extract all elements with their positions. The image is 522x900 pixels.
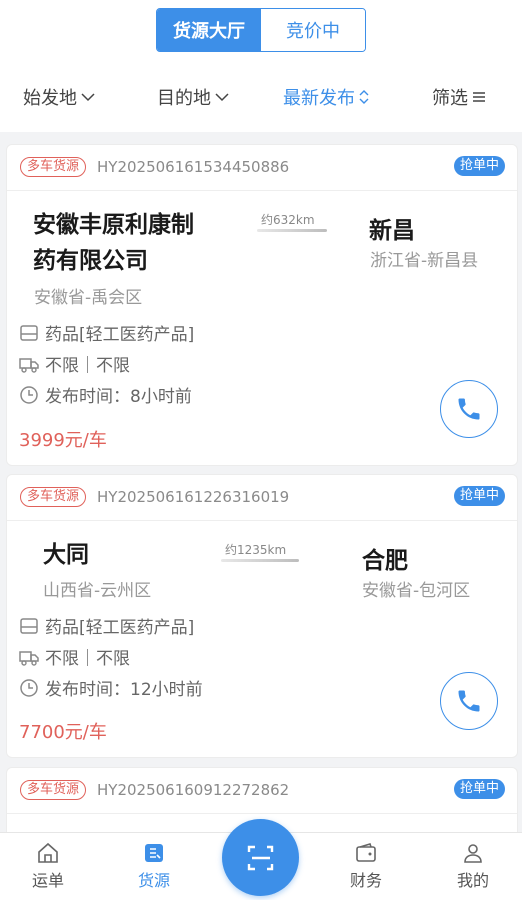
box-icon (20, 324, 38, 341)
order-number: HY202506160912272862 (97, 781, 290, 799)
status-badge: 抢单中 (453, 486, 505, 506)
destination-name: 新昌 (369, 218, 415, 244)
route-line (257, 229, 327, 232)
user-icon (464, 844, 482, 863)
origin-name-line2: 药有限公司 (33, 248, 148, 274)
publish-time: 发布时间：8小时前 (45, 387, 192, 407)
origin-name: 安徽丰原利康制 药有限公司 (33, 207, 194, 279)
distance-label: 约1235km (225, 543, 287, 557)
vehicle-requirement: 不限｜不限 (45, 356, 130, 376)
distance-label: 约632km (261, 213, 315, 227)
call-button[interactable] (440, 672, 498, 730)
order-number: HY202506161534450886 (97, 158, 290, 176)
wallet-icon (356, 843, 376, 862)
destination-area: 安徽省-包河区 (362, 581, 471, 601)
sort-icon (359, 90, 369, 104)
menu-icon (473, 92, 485, 102)
chevron-down-icon (81, 93, 95, 102)
origin-name-line1: 安徽丰原利康制 (33, 212, 194, 238)
tab-finance-label: 财务 (349, 871, 382, 890)
multi-vehicle-tag: 多车货源 (20, 780, 87, 800)
multi-vehicle-tag: 多车货源 (20, 157, 87, 177)
publish-time: 发布时间：12小时前 (45, 680, 203, 700)
filter-destination-label: 目的地 (157, 88, 211, 109)
origin-area: 山西省-云州区 (43, 581, 152, 601)
filter-origin-label: 始发地 (23, 88, 77, 109)
phone-icon (458, 690, 480, 712)
route-line (221, 559, 299, 562)
filter-destination[interactable]: 目的地 (157, 76, 229, 118)
publish-row: 发布时间：12小时前 (19, 675, 203, 700)
call-button[interactable] (440, 380, 498, 438)
tab-cargo-label: 货源 (137, 871, 170, 890)
chevron-down-icon (215, 93, 229, 102)
box-icon (20, 617, 38, 634)
filter-origin[interactable]: 始发地 (23, 76, 95, 118)
destination-name: 合肥 (362, 548, 408, 574)
price: 3999元/车 (19, 430, 107, 451)
status-badge: 抢单中 (453, 156, 505, 176)
filter-screen[interactable]: 筛选 (432, 76, 486, 118)
tab-mine[interactable]: 我的 (443, 841, 503, 891)
cargo-type-row: 药品[轻工医药产品] (19, 613, 194, 638)
card-header: 多车货源 HY202506161534450886 抢单中 (7, 145, 517, 191)
cargo-card[interactable]: 多车货源 HY202506161226316019 抢单中 大同 山西省-云州区… (6, 474, 518, 758)
tab-mine-label: 我的 (456, 871, 489, 890)
filter-latest[interactable]: 最新发布 (283, 76, 369, 118)
tab-waybill-label: 运单 (31, 871, 64, 890)
tab-cargo-hall[interactable]: 货源大厅 (157, 9, 261, 51)
vehicle-row: 不限｜不限 (19, 644, 130, 669)
price: 7700元/车 (19, 722, 107, 743)
card-header: 多车货源 HY202506161226316019 抢单中 (7, 475, 517, 521)
publish-row: 发布时间：8小时前 (19, 382, 192, 407)
tab-waybill[interactable]: 运单 (18, 841, 78, 891)
clock-icon (20, 385, 38, 404)
cargo-type: 药品[轻工医药产品] (45, 618, 195, 638)
tab-finance[interactable]: 财务 (336, 841, 396, 891)
clock-icon (20, 678, 38, 697)
tab-bidding[interactable]: 竞价中 (261, 9, 365, 51)
cargo-card[interactable]: 多车货源 HY202506161534450886 抢单中 安徽丰原利康制 药有… (6, 144, 518, 466)
top-header: 货源大厅 竞价中 始发地 目的地 最新发布 筛选 (0, 0, 522, 132)
vehicle-row: 不限｜不限 (19, 351, 130, 376)
status-badge: 抢单中 (453, 779, 505, 799)
tab-cargo[interactable]: 货源 (124, 841, 184, 891)
filter-screen-label: 筛选 (432, 88, 468, 109)
card-header: 多车货源 HY202506160912272862 抢单中 (7, 768, 517, 814)
cargo-icon (145, 844, 163, 862)
segment-control: 货源大厅 竞价中 (156, 8, 366, 52)
truck-icon (19, 357, 39, 373)
filter-latest-label: 最新发布 (283, 88, 355, 109)
origin-name: 大同 (43, 542, 89, 568)
multi-vehicle-tag: 多车货源 (20, 487, 87, 507)
scan-button[interactable] (222, 819, 299, 896)
vehicle-requirement: 不限｜不限 (45, 649, 130, 669)
scan-icon (247, 845, 273, 870)
truck-icon (19, 650, 39, 666)
filter-bar: 始发地 目的地 最新发布 筛选 (0, 76, 522, 118)
order-number: HY202506161226316019 (97, 488, 290, 506)
destination-area: 浙江省-新昌县 (370, 251, 479, 271)
home-icon (38, 842, 58, 863)
phone-icon (458, 398, 480, 420)
cargo-type: 药品[轻工医药产品] (45, 325, 195, 345)
cargo-type-row: 药品[轻工医药产品] (19, 320, 194, 345)
origin-area: 安徽省-禹会区 (34, 288, 143, 308)
